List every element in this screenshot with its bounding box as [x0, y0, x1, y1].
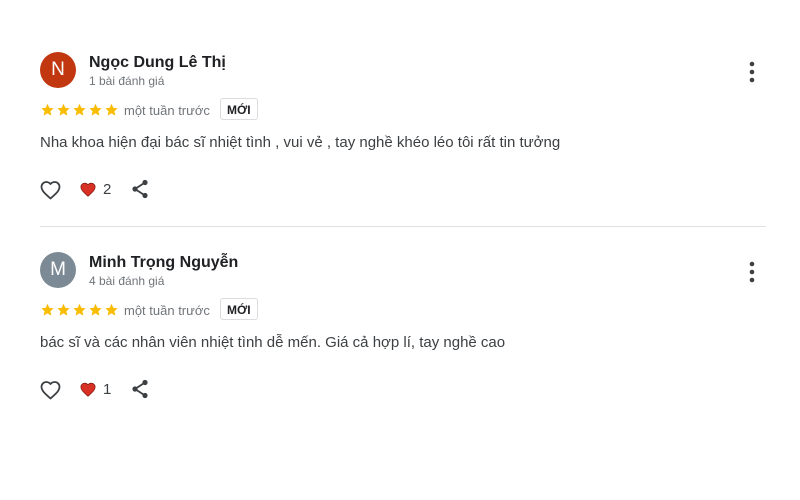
new-badge: MỚI — [220, 98, 258, 120]
reviewer-name[interactable]: Ngọc Dung Lê Thị — [89, 54, 226, 72]
star-icon — [57, 303, 70, 316]
more-vert-icon — [749, 261, 755, 283]
review-card: M Minh Trọng Nguyễn 4 bài đánh giá một t… — [0, 200, 800, 400]
reviews-list: N Ngọc Dung Lê Thị 1 bài đánh giá một tu… — [0, 0, 800, 500]
review-time: một tuần trước — [124, 103, 210, 118]
star-rating — [40, 302, 119, 318]
reaction-count: 2 — [103, 181, 112, 198]
review-card: N Ngọc Dung Lê Thị 1 bài đánh giá một tu… — [0, 0, 800, 200]
reaction-button[interactable] — [78, 180, 98, 199]
star-icon — [41, 103, 54, 116]
star-icon — [73, 303, 86, 316]
review-count: 1 bài đánh giá — [89, 74, 165, 88]
star-icon — [41, 303, 54, 316]
new-badge: MỚI — [220, 298, 258, 320]
review-text: Nha khoa hiện đại bác sĩ nhiệt tình , vu… — [40, 134, 561, 151]
more-vert-icon — [749, 61, 755, 83]
like-button[interactable] — [38, 178, 63, 202]
more-options-button[interactable] — [740, 258, 764, 286]
avatar[interactable]: M — [40, 252, 76, 288]
more-options-button[interactable] — [740, 58, 764, 86]
star-icon — [57, 103, 70, 116]
star-rating — [40, 102, 119, 118]
share-button[interactable] — [130, 378, 150, 400]
heart-outline-icon — [40, 181, 61, 200]
star-icon — [73, 103, 86, 116]
heart-outline-icon — [40, 381, 61, 400]
star-icon — [89, 103, 102, 116]
review-text: bác sĩ và các nhân viên nhiệt tình dễ mế… — [40, 334, 506, 351]
review-count: 4 bài đánh giá — [89, 274, 165, 288]
review-time: một tuần trước — [124, 303, 210, 318]
share-button[interactable] — [130, 178, 150, 200]
heart-filled-icon — [80, 382, 96, 397]
avatar[interactable]: N — [40, 52, 76, 88]
star-icon — [105, 303, 118, 316]
share-icon — [132, 179, 148, 199]
heart-filled-icon — [80, 182, 96, 197]
star-icon — [89, 303, 102, 316]
share-icon — [132, 379, 148, 399]
like-button[interactable] — [38, 378, 63, 402]
star-icon — [105, 103, 118, 116]
reaction-button[interactable] — [78, 380, 98, 399]
reaction-count: 1 — [103, 381, 112, 398]
reviewer-name[interactable]: Minh Trọng Nguyễn — [89, 254, 238, 272]
